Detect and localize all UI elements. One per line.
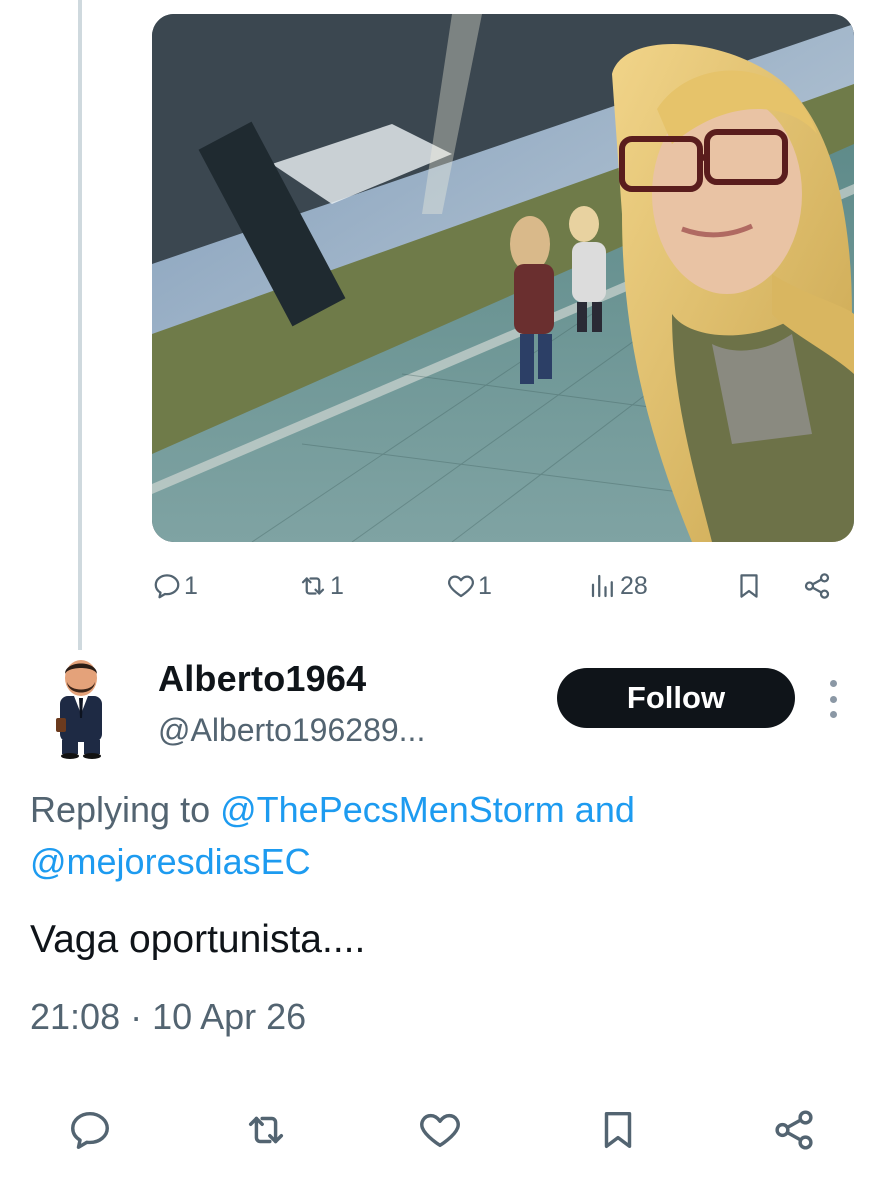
tweet-photo[interactable] — [152, 14, 854, 542]
follow-button[interactable]: Follow — [557, 668, 795, 728]
bookmark-button[interactable] — [590, 1100, 646, 1160]
bookmark-icon — [604, 1111, 632, 1149]
share-icon — [775, 1110, 813, 1150]
tweet-timestamp[interactable]: 21:08 · 10 Apr 26 — [30, 996, 306, 1038]
replying-to: Replying to @ThePecsMenStorm and @mejore… — [30, 784, 850, 888]
thread-connector-line — [78, 0, 82, 650]
bookmark-action[interactable] — [734, 562, 764, 610]
author-handle[interactable]: @Alberto196289... — [158, 712, 425, 749]
share-button[interactable] — [766, 1100, 822, 1160]
repost-icon — [248, 1116, 284, 1144]
replying-conjunction: and — [574, 789, 635, 830]
reply-count: 1 — [184, 571, 198, 600]
author-name[interactable]: Alberto1964 — [158, 658, 366, 700]
like-count: 1 — [478, 571, 492, 600]
share-icon — [804, 573, 830, 599]
share-action[interactable] — [802, 562, 832, 610]
repost-action[interactable]: 1 — [298, 562, 344, 610]
tweet-actions-bottom — [0, 1100, 883, 1160]
views-icon — [591, 574, 613, 598]
tweet-actions-top: 1 1 1 28 — [0, 562, 883, 610]
selfie-photo-illustration — [152, 14, 854, 542]
like-action[interactable]: 1 — [446, 562, 492, 610]
tweet-text: Vaga oportunista.... — [30, 918, 366, 961]
reply-icon — [71, 1111, 109, 1149]
replying-prefix: Replying to — [30, 789, 211, 830]
avatar[interactable] — [50, 656, 112, 760]
reply-icon — [154, 574, 180, 599]
repost-button[interactable] — [238, 1100, 294, 1160]
reply-action[interactable]: 1 — [152, 562, 198, 610]
businessman-avatar-icon — [56, 660, 102, 759]
views-count: 28 — [620, 571, 648, 600]
heart-icon — [420, 1113, 460, 1148]
mention-link-2[interactable]: @mejoresdiasEC — [30, 841, 311, 882]
repost-icon — [301, 577, 325, 595]
reply-button[interactable] — [62, 1100, 118, 1160]
heart-icon — [448, 575, 474, 598]
mention-link-1[interactable]: @ThePecsMenStorm — [220, 789, 565, 830]
bookmark-icon — [740, 574, 758, 598]
repost-count: 1 — [330, 571, 344, 600]
more-options-icon[interactable] — [822, 680, 844, 718]
like-button[interactable] — [412, 1100, 468, 1160]
views-action[interactable]: 28 — [588, 562, 648, 610]
